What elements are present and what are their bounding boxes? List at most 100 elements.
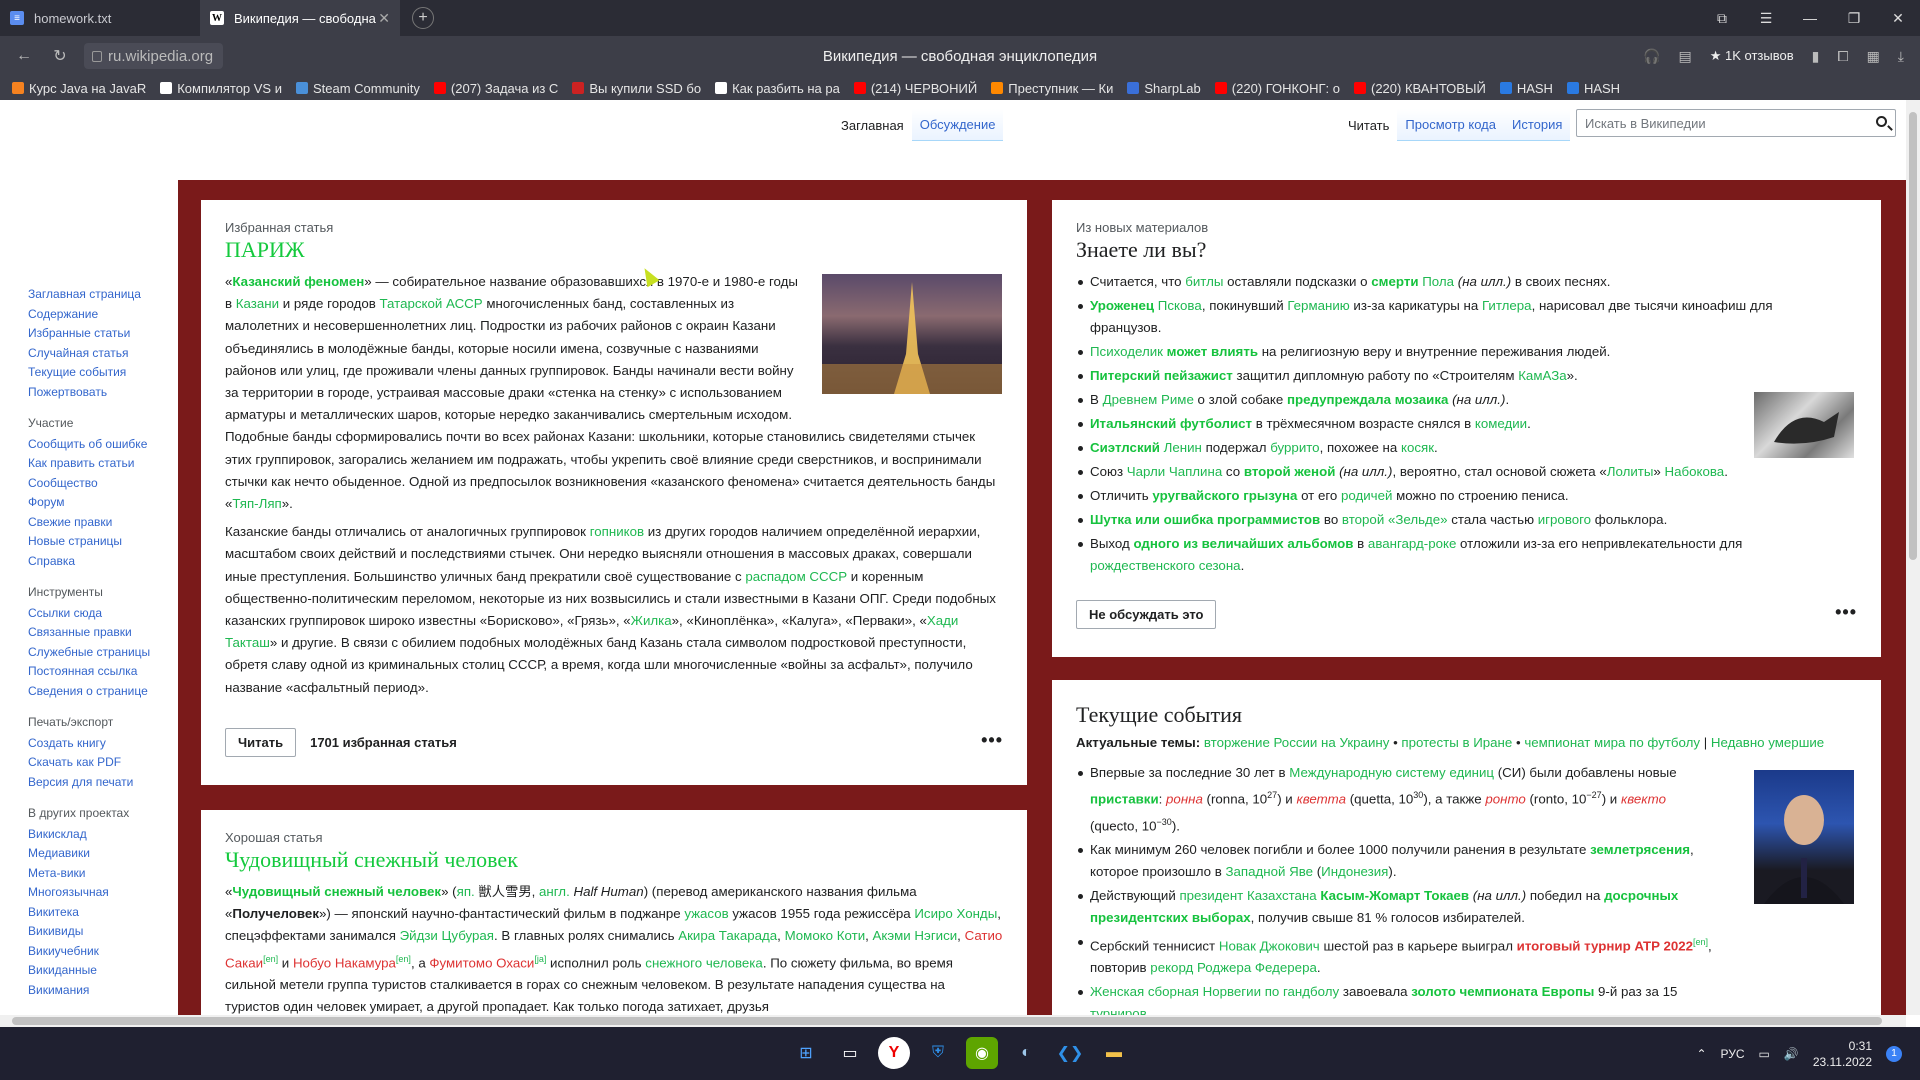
headphones-icon[interactable]: 🎧 bbox=[1643, 48, 1660, 65]
horizontal-scrollbar[interactable] bbox=[0, 1015, 1906, 1027]
sidebar-link[interactable]: Случайная статья bbox=[28, 344, 158, 364]
bookmark-item[interactable]: (220) ГОНКОНГ: о bbox=[1214, 81, 1340, 96]
tab-manager-icon[interactable]: ⧉ bbox=[1700, 0, 1744, 36]
bookmark-item[interactable]: Вы купили SSD бо bbox=[572, 81, 701, 96]
url-field[interactable]: ru.wikipedia.org bbox=[84, 43, 224, 69]
yandex-browser-icon[interactable]: Y bbox=[878, 1037, 910, 1069]
vscode-icon[interactable]: ❮❯ bbox=[1054, 1037, 1086, 1069]
dont-discuss-button[interactable]: Не обсуждать это bbox=[1076, 600, 1217, 629]
tab-view-source[interactable]: Просмотр кода bbox=[1397, 109, 1504, 141]
close-icon[interactable]: ✕ bbox=[378, 10, 390, 27]
more-options-icon[interactable]: ••• bbox=[1835, 602, 1857, 623]
reader-icon[interactable]: ▤ bbox=[1679, 48, 1692, 65]
sidebar-link[interactable]: Новые страницы bbox=[28, 532, 158, 552]
list-item: Считается, что битлы оставляли подсказки… bbox=[1076, 271, 1796, 293]
volume-icon[interactable]: 🔊 bbox=[1784, 1047, 1799, 1061]
minimize-icon[interactable]: — bbox=[1788, 0, 1832, 36]
tray-chevron-icon[interactable]: ⌃ bbox=[1696, 1047, 1706, 1061]
sidebar-link[interactable]: Форум bbox=[28, 493, 158, 513]
download-icon[interactable]: ⤓ bbox=[1898, 48, 1904, 65]
sidebar-link[interactable]: Избранные статьи bbox=[28, 324, 158, 344]
bookmark-item[interactable]: Курс Java на JavaR bbox=[12, 81, 146, 96]
eiffel-tower-image[interactable] bbox=[822, 274, 1002, 394]
back-icon[interactable]: ← bbox=[6, 47, 42, 65]
more-options-icon[interactable]: ••• bbox=[981, 730, 1003, 751]
sidebar-link[interactable]: Служебные страницы bbox=[28, 643, 158, 663]
sidebar-link[interactable]: Сообщество bbox=[28, 474, 158, 494]
bookmark-item[interactable]: (214) ЧЕРВОНИЙ bbox=[853, 81, 977, 96]
sidebar-link[interactable]: Викиданные bbox=[28, 961, 158, 981]
portrait-image[interactable] bbox=[1754, 770, 1854, 904]
sidebar-link[interactable]: Заглавная страница bbox=[28, 285, 158, 305]
bookmark-icon[interactable]: ▮ bbox=[1812, 48, 1820, 65]
start-icon[interactable]: ⊞ bbox=[790, 1037, 822, 1069]
read-button[interactable]: Читать bbox=[225, 728, 297, 757]
steam-icon[interactable]: ◐ bbox=[1010, 1037, 1042, 1069]
tab-history[interactable]: История bbox=[1503, 109, 1571, 141]
sidebar-link[interactable]: Викивиды bbox=[28, 922, 158, 942]
sidebar-link[interactable]: Текущие события bbox=[28, 363, 158, 383]
task-view-icon[interactable]: ▭ bbox=[834, 1037, 866, 1069]
bookmark-item[interactable]: HASH bbox=[1566, 81, 1620, 96]
sidebar-link[interactable]: Создать книгу bbox=[28, 734, 158, 754]
scrollbar-thumb[interactable] bbox=[1909, 112, 1917, 560]
folder-icon[interactable]: ▬ bbox=[1098, 1037, 1130, 1069]
sidebar-link[interactable]: Связанные правки bbox=[28, 623, 158, 643]
bookmark-item[interactable]: (220) КВАНТОВЫЙ bbox=[1353, 81, 1486, 96]
collections-icon[interactable]: ⧠ bbox=[1837, 48, 1848, 65]
clock[interactable]: 0:31 23.11.2022 bbox=[1813, 1038, 1872, 1070]
sidebar-link[interactable]: Справка bbox=[28, 552, 158, 572]
sidebar-heading: Участие bbox=[28, 416, 74, 430]
sidebar-link[interactable]: Сведения о странице bbox=[28, 682, 158, 702]
sidebar-link[interactable]: Версия для печати bbox=[28, 773, 158, 793]
bookmark-item[interactable]: SharpLab bbox=[1127, 81, 1201, 96]
vertical-scrollbar[interactable] bbox=[1906, 100, 1920, 1015]
tab-homework[interactable]: ≡ homework.txt bbox=[0, 0, 200, 36]
sidebar-link[interactable]: Ссылки сюда bbox=[28, 604, 158, 624]
extensions-icon[interactable]: ▦ bbox=[1867, 48, 1880, 65]
featured-count[interactable]: 1701 избранная статья bbox=[310, 735, 457, 750]
language-indicator[interactable]: РУС bbox=[1721, 1047, 1745, 1061]
sidebar-link[interactable]: Как править статьи bbox=[28, 454, 158, 474]
sidebar-link[interactable]: Мета-вики bbox=[28, 864, 158, 884]
bookmark-item[interactable]: (207) Задача из С bbox=[433, 81, 558, 96]
menu-icon[interactable]: ☰ bbox=[1744, 0, 1788, 36]
reload-icon[interactable]: ↻ bbox=[42, 46, 78, 66]
shield-icon[interactable]: ⛨ bbox=[922, 1037, 954, 1069]
sidebar-link[interactable]: Постоянная ссылка bbox=[28, 662, 158, 682]
search-input[interactable]: Искать в Википедии bbox=[1576, 109, 1896, 137]
tab-main-page[interactable]: Заглавная bbox=[833, 109, 912, 141]
sidebar-link[interactable]: Скачать как PDF bbox=[28, 753, 158, 773]
bookmark-item[interactable]: Преступник — Ки bbox=[991, 81, 1113, 96]
nvidia-icon[interactable]: ◉ bbox=[966, 1037, 998, 1069]
search-icon[interactable] bbox=[1876, 116, 1887, 127]
sidebar-link[interactable]: Свежие правки bbox=[28, 513, 158, 533]
list-item: Сиэтлский Ленин подержал буррито, похоже… bbox=[1076, 437, 1796, 459]
new-tab-button[interactable]: + bbox=[412, 7, 434, 29]
good-title[interactable]: Чудовищный снежный человек bbox=[225, 847, 1003, 873]
sidebar-link[interactable]: Сообщить об ошибке bbox=[28, 435, 158, 455]
sidebar-link[interactable]: Пожертвовать bbox=[28, 383, 158, 403]
restore-icon[interactable]: ❐ bbox=[1832, 0, 1876, 36]
bookmark-item[interactable]: Как разбить на ра bbox=[715, 81, 840, 96]
sidebar-link[interactable]: Медиавики bbox=[28, 844, 158, 864]
scrollbar-thumb[interactable] bbox=[12, 1017, 1882, 1025]
window-close-icon[interactable]: ✕ bbox=[1876, 0, 1920, 36]
wikipedia-page: Заглавная Обсуждение Читать Просмотр код… bbox=[0, 100, 1906, 1015]
sidebar-link[interactable]: Викиучебник bbox=[28, 942, 158, 962]
featured-title[interactable]: ПАРИЖ bbox=[225, 237, 1003, 263]
tab-wikipedia[interactable]: W Википедия — свободна ✕ bbox=[200, 0, 400, 36]
bookmark-item[interactable]: Компилятор VS и bbox=[160, 81, 282, 96]
reviews-badge[interactable]: ★ 1K отзывов bbox=[1710, 48, 1794, 64]
sidebar-link[interactable]: Викисклад bbox=[28, 825, 158, 845]
bookmark-item[interactable]: Steam Community bbox=[295, 81, 420, 96]
notification-badge[interactable]: 1 bbox=[1886, 1045, 1902, 1062]
tab-read[interactable]: Читать bbox=[1340, 109, 1398, 141]
sidebar-link[interactable]: Содержание bbox=[28, 305, 158, 325]
browser-tab-bar: ≡ homework.txt W Википедия — свободна ✕ … bbox=[0, 0, 1920, 36]
sidebar-link[interactable]: Викимания bbox=[28, 981, 158, 1001]
bookmark-item[interactable]: HASH bbox=[1499, 81, 1553, 96]
network-icon[interactable]: ▭ bbox=[1759, 1047, 1770, 1061]
tab-discussion[interactable]: Обсуждение bbox=[911, 109, 1004, 141]
sidebar-link[interactable]: Многоязычная Викитека bbox=[28, 883, 158, 922]
